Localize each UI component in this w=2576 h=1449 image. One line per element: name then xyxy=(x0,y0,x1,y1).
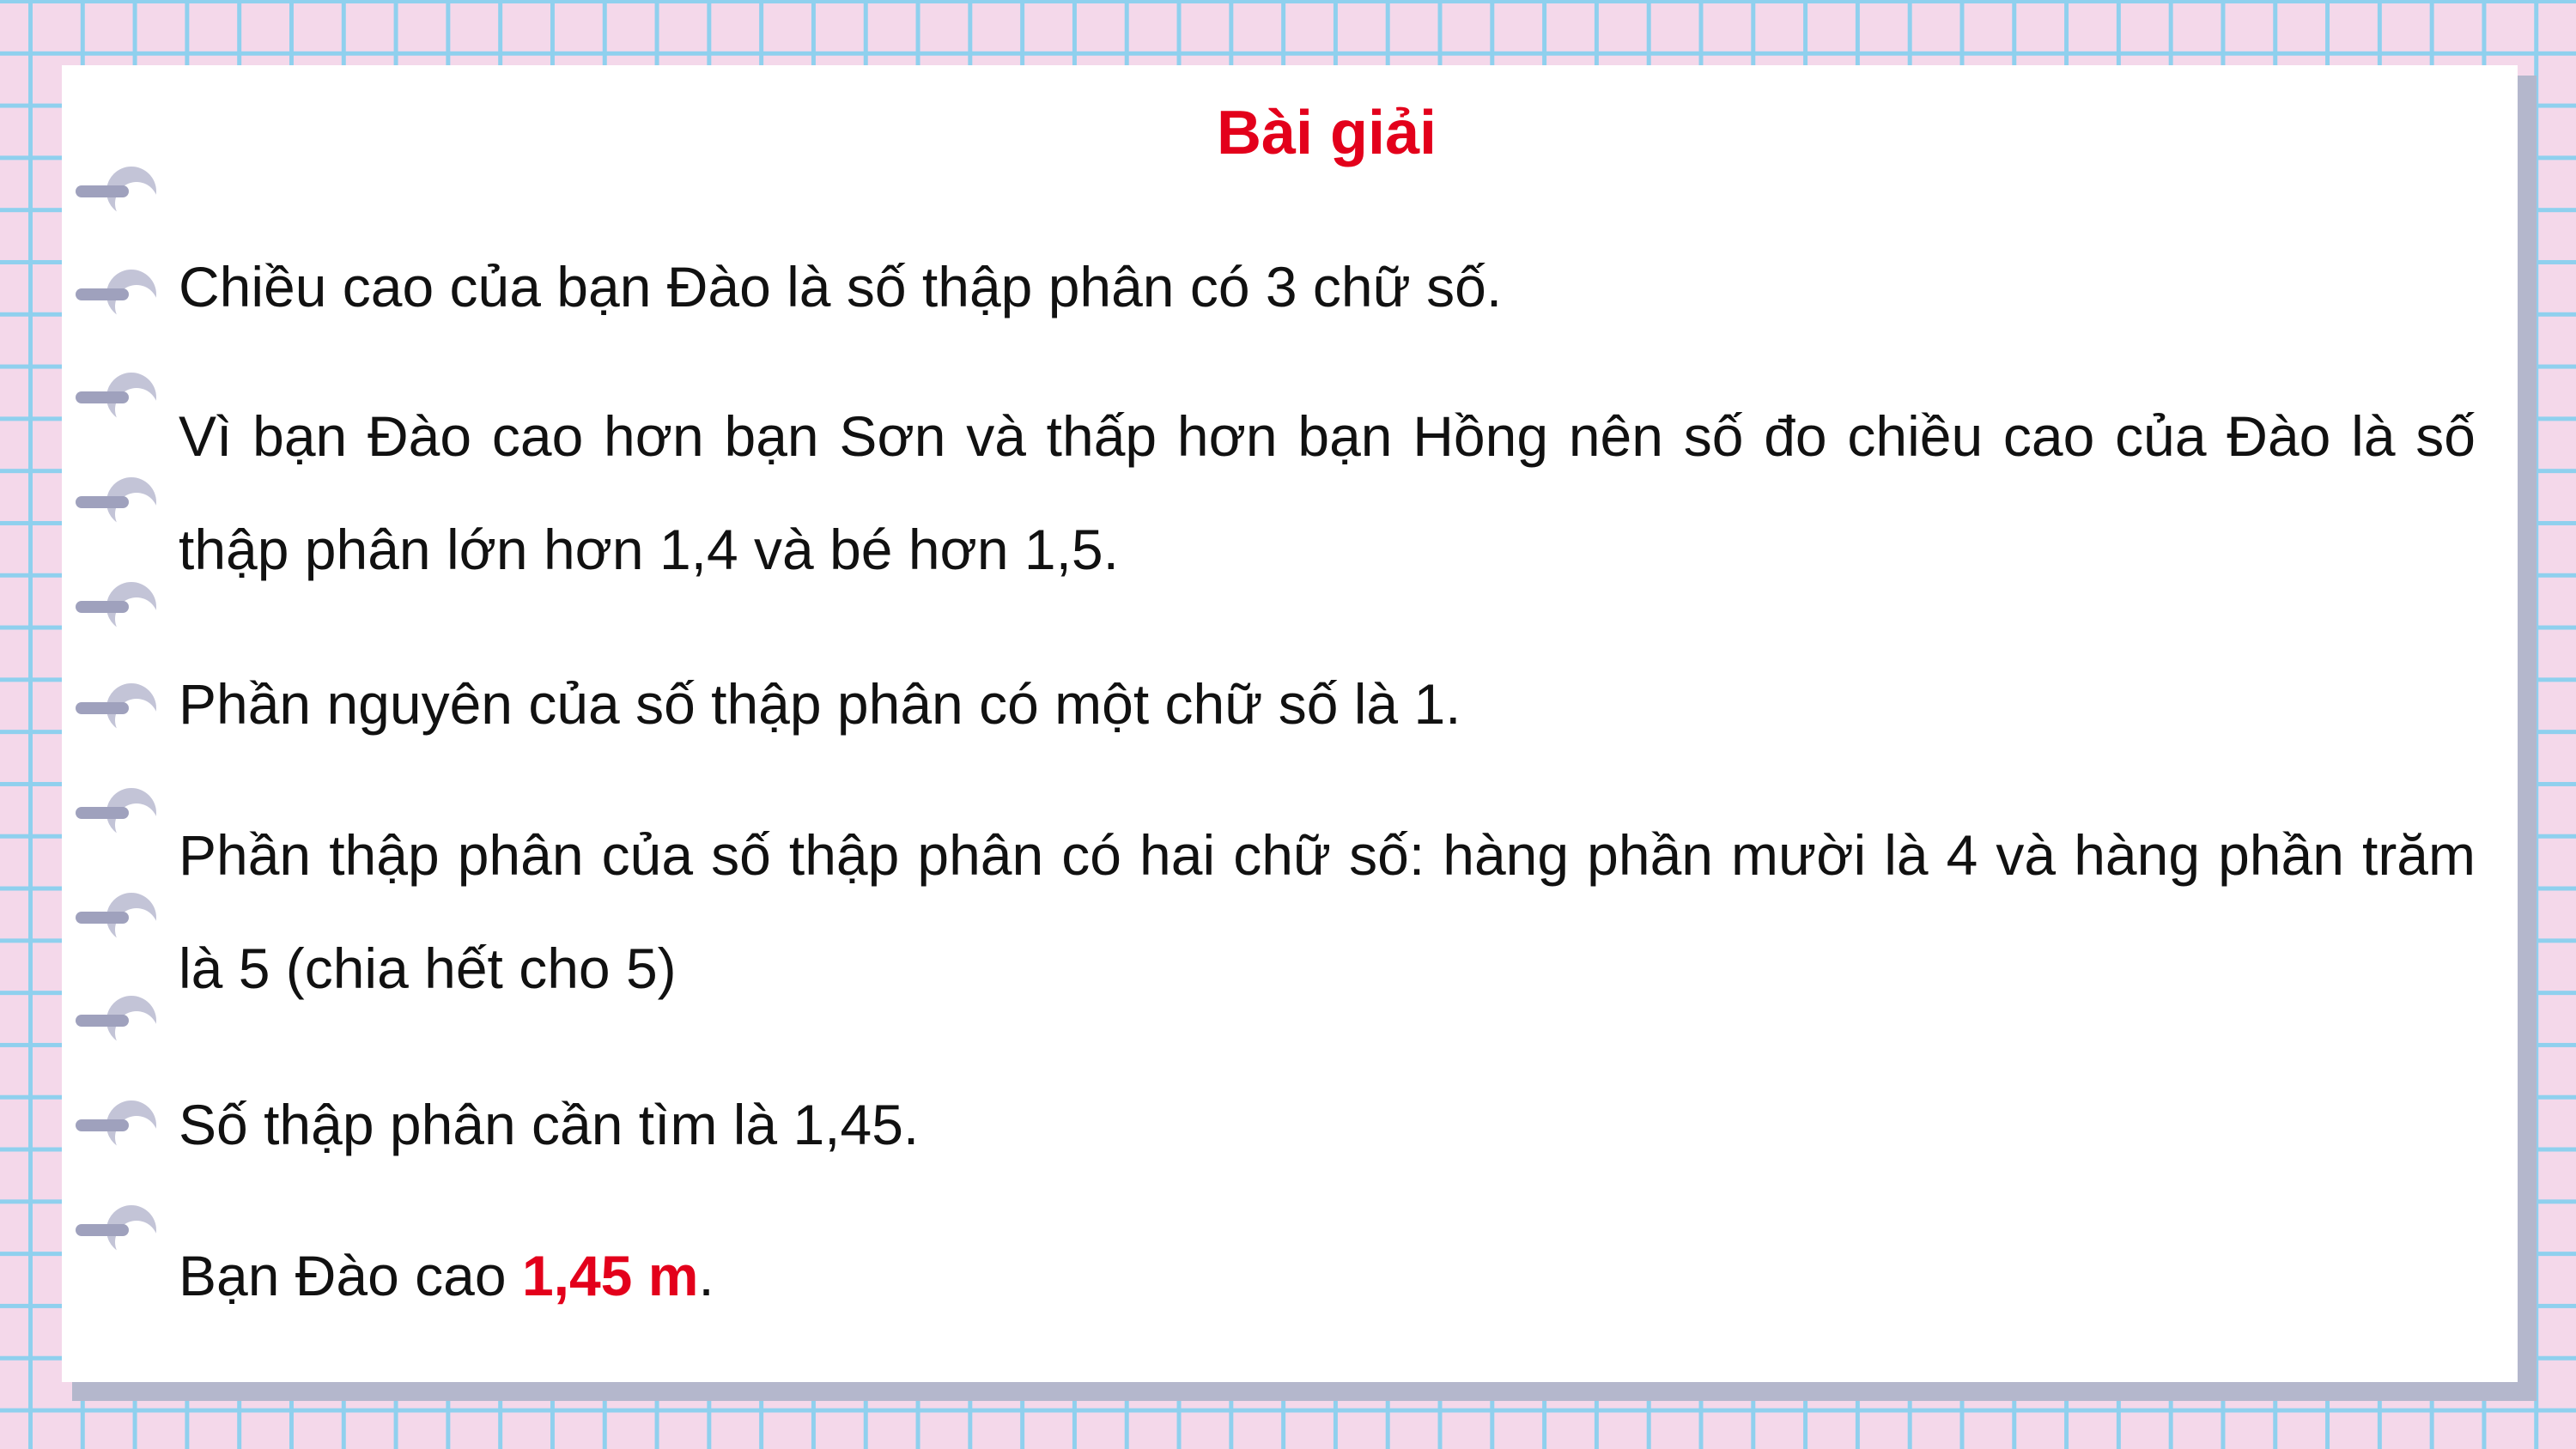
binder-ring xyxy=(76,1205,158,1265)
binder-ring xyxy=(76,373,158,433)
answer-suffix: . xyxy=(698,1244,714,1307)
answer-prefix: Bạn Đào cao xyxy=(179,1244,522,1307)
answer-value: 1,45 m xyxy=(521,1244,699,1307)
binder-ring xyxy=(76,1100,158,1161)
solution-line-5: Số thập phân cần tìm là 1,45. xyxy=(179,1093,920,1156)
binder-ring xyxy=(76,893,158,953)
binder-ring xyxy=(76,270,158,330)
binder-ring xyxy=(76,996,158,1056)
solution-line-4: Phần thập phân của số thập phân có hai c… xyxy=(179,823,2476,1000)
binder-ring xyxy=(76,582,158,642)
solution-line-2: Vì bạn Đào cao hơn bạn Sơn và thấp hơn b… xyxy=(179,404,2476,581)
binder-ring xyxy=(76,167,158,227)
answer-line: Bạn Đào cao 1,45 m. xyxy=(179,1219,2476,1332)
solution-line-1: Chiều cao của bạn Đào là số thập phân có… xyxy=(179,255,1503,318)
binder-ring xyxy=(76,788,158,848)
binder-ring xyxy=(76,683,158,743)
solution-line-3: Phần nguyên của số thập phân có một chữ … xyxy=(179,672,1461,736)
binder-ring xyxy=(76,477,158,537)
solution-title: Bài giải xyxy=(1216,99,1437,167)
